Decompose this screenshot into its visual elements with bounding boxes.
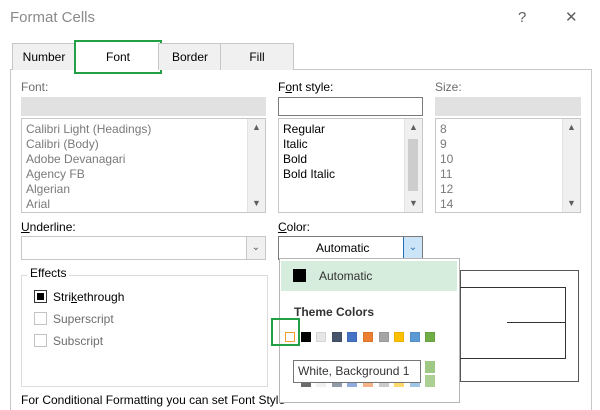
theme-color-swatch[interactable] [331,332,342,342]
superscript-label[interactable]: Superscript [53,312,114,326]
theme-color-swatch[interactable] [409,332,420,342]
list-item[interactable]: 14 [436,197,580,212]
theme-color-swatch[interactable] [394,332,405,342]
chevron-down-icon[interactable]: ⌄ [403,237,422,259]
theme-color-swatch[interactable] [316,332,327,342]
scroll-down-icon[interactable]: ▼ [248,195,265,212]
preview-box [459,270,579,382]
tab-fill[interactable]: Fill [220,43,294,70]
font-style-label: Font style: [278,80,334,94]
font-style-input[interactable] [278,97,423,116]
swatch-highlight [271,318,300,346]
theme-colors-heading: Theme Colors [294,305,375,319]
list-item[interactable]: 11 [436,167,580,182]
scroll-down-icon[interactable]: ▼ [563,195,580,212]
color-label: Color: [278,220,311,234]
list-item[interactable]: 8 [436,122,580,137]
size-label: Size: [435,80,462,94]
strikethrough-checkbox[interactable] [34,290,47,303]
theme-color-swatch[interactable] [378,332,389,342]
list-item[interactable]: 10 [436,152,580,167]
tab-font[interactable]: Font [74,40,162,74]
preview-strike-line [507,322,565,323]
size-list-scrollbar[interactable]: ▲ ▼ [562,119,580,212]
list-item[interactable]: Agency FB [22,167,265,182]
help-button[interactable]: ? [518,9,526,26]
font-list[interactable]: Calibri Light (Headings) Calibri (Body) … [21,118,266,213]
scroll-up-icon[interactable]: ▲ [405,119,422,136]
list-item[interactable]: Regular [279,122,422,137]
list-item[interactable]: Calibri (Body) [22,137,265,152]
color-tooltip: White, Background 1 [293,360,421,383]
list-item[interactable]: Bold [279,152,422,167]
shade-swatch[interactable] [425,375,436,387]
color-select[interactable]: Automatic ⌄ [278,236,423,260]
automatic-label: Automatic [319,269,373,283]
strikethrough-label[interactable]: Strikethrough [53,290,124,304]
preview-inner-box [459,287,566,359]
title-bar: Format Cells ? ✕ [0,0,600,36]
list-item[interactable]: Italic [279,137,422,152]
automatic-option[interactable]: Automatic [281,261,457,291]
underline-select[interactable]: ⌄ [21,236,266,260]
font-input[interactable] [21,97,266,116]
checkbox-fill [37,293,44,300]
scroll-down-icon[interactable]: ▼ [405,195,422,212]
footer-text: For Conditional Formatting you can set F… [21,393,286,407]
size-list[interactable]: 8 9 10 11 12 14 ▲ ▼ [435,118,581,213]
size-input[interactable] [435,97,581,116]
theme-color-swatch[interactable] [347,332,358,342]
subscript-checkbox[interactable] [34,334,47,347]
close-button[interactable]: ✕ [565,8,578,26]
automatic-swatch-icon [293,269,306,282]
list-item[interactable]: Bold Italic [279,167,422,182]
tab-border[interactable]: Border [158,43,222,70]
theme-color-swatch[interactable] [425,332,436,342]
underline-label: Underline: [21,220,76,234]
list-item[interactable]: Arial [22,197,265,212]
shade-swatch[interactable] [425,361,436,373]
chevron-down-icon[interactable]: ⌄ [246,237,265,259]
list-item[interactable]: 12 [436,182,580,197]
list-item[interactable]: Adobe Devanagari [22,152,265,167]
subscript-label[interactable]: Subscript [53,334,103,348]
list-item[interactable]: Algerian [22,182,265,197]
tooltip-text: White, Background 1 [298,364,410,378]
font-label: Font: [21,80,49,94]
color-value: Automatic [316,241,370,255]
tab-number[interactable]: Number [12,43,76,70]
font-style-list[interactable]: Regular Italic Bold Bold Italic ▲ ▼ [278,118,423,213]
list-item[interactable]: Calibri Light (Headings) [22,122,265,137]
theme-color-swatch[interactable] [300,332,311,342]
window-title: Format Cells [10,9,96,26]
superscript-checkbox[interactable] [34,312,47,325]
effects-title: Effects [27,266,70,280]
scroll-up-icon[interactable]: ▲ [563,119,580,136]
font-style-scrollbar[interactable]: ▲ ▼ [404,119,422,212]
list-item[interactable]: 9 [436,137,580,152]
scroll-up-icon[interactable]: ▲ [248,119,265,136]
font-list-scrollbar[interactable]: ▲ ▼ [247,119,265,212]
theme-color-swatch[interactable] [363,332,373,342]
scroll-thumb[interactable] [408,139,418,191]
